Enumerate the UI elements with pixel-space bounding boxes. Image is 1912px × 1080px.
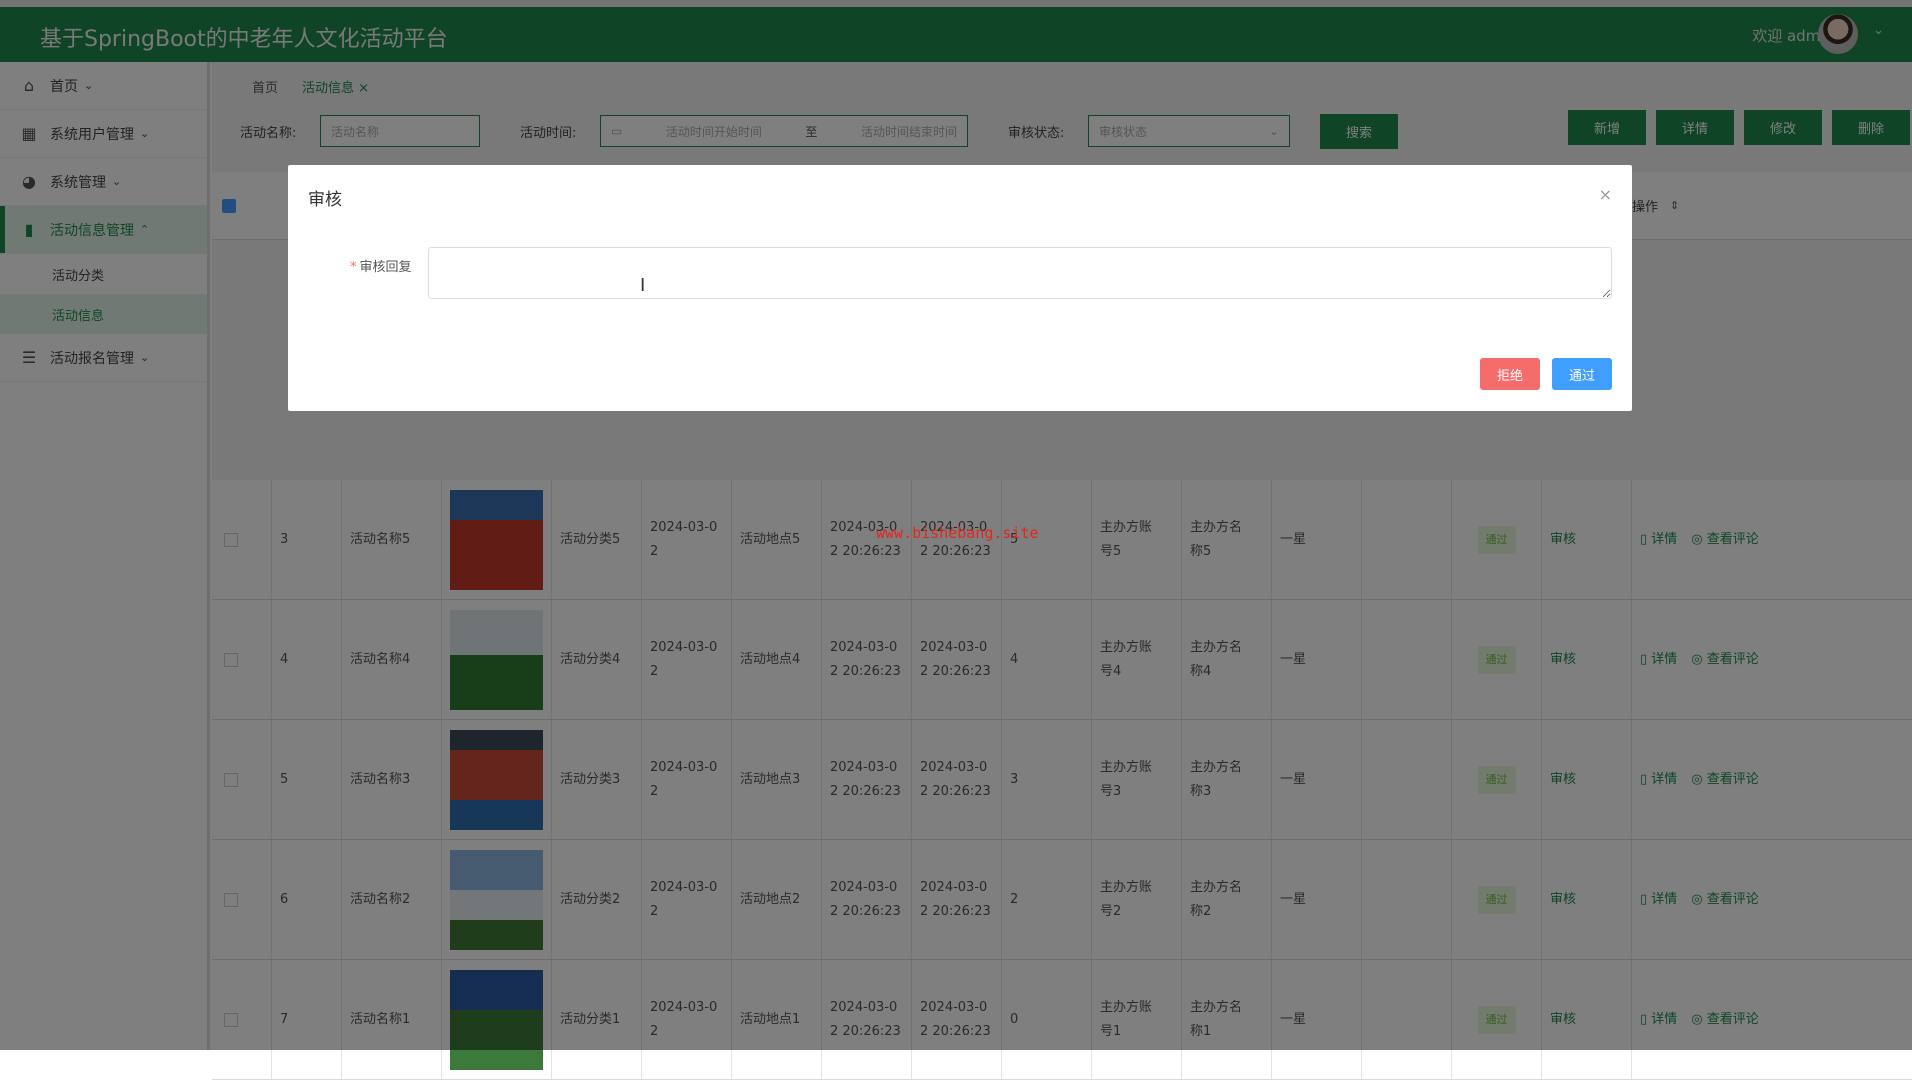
audit-dialog: 审核 × *审核回复 拒绝 通过 bbox=[288, 165, 1632, 411]
dialog-title: 审核 bbox=[308, 185, 342, 210]
required-mark: * bbox=[350, 260, 357, 275]
reply-label-text: 审核回复 bbox=[360, 260, 412, 275]
reply-label: *审核回复 bbox=[350, 256, 412, 275]
close-icon[interactable]: × bbox=[1599, 185, 1612, 204]
text-cursor-icon: I bbox=[640, 275, 645, 296]
watermark: www.bishebang.site bbox=[876, 524, 1039, 542]
pass-button[interactable]: 通过 bbox=[1552, 358, 1612, 390]
reject-button[interactable]: 拒绝 bbox=[1480, 358, 1540, 390]
audit-reply-input[interactable] bbox=[428, 247, 1612, 299]
